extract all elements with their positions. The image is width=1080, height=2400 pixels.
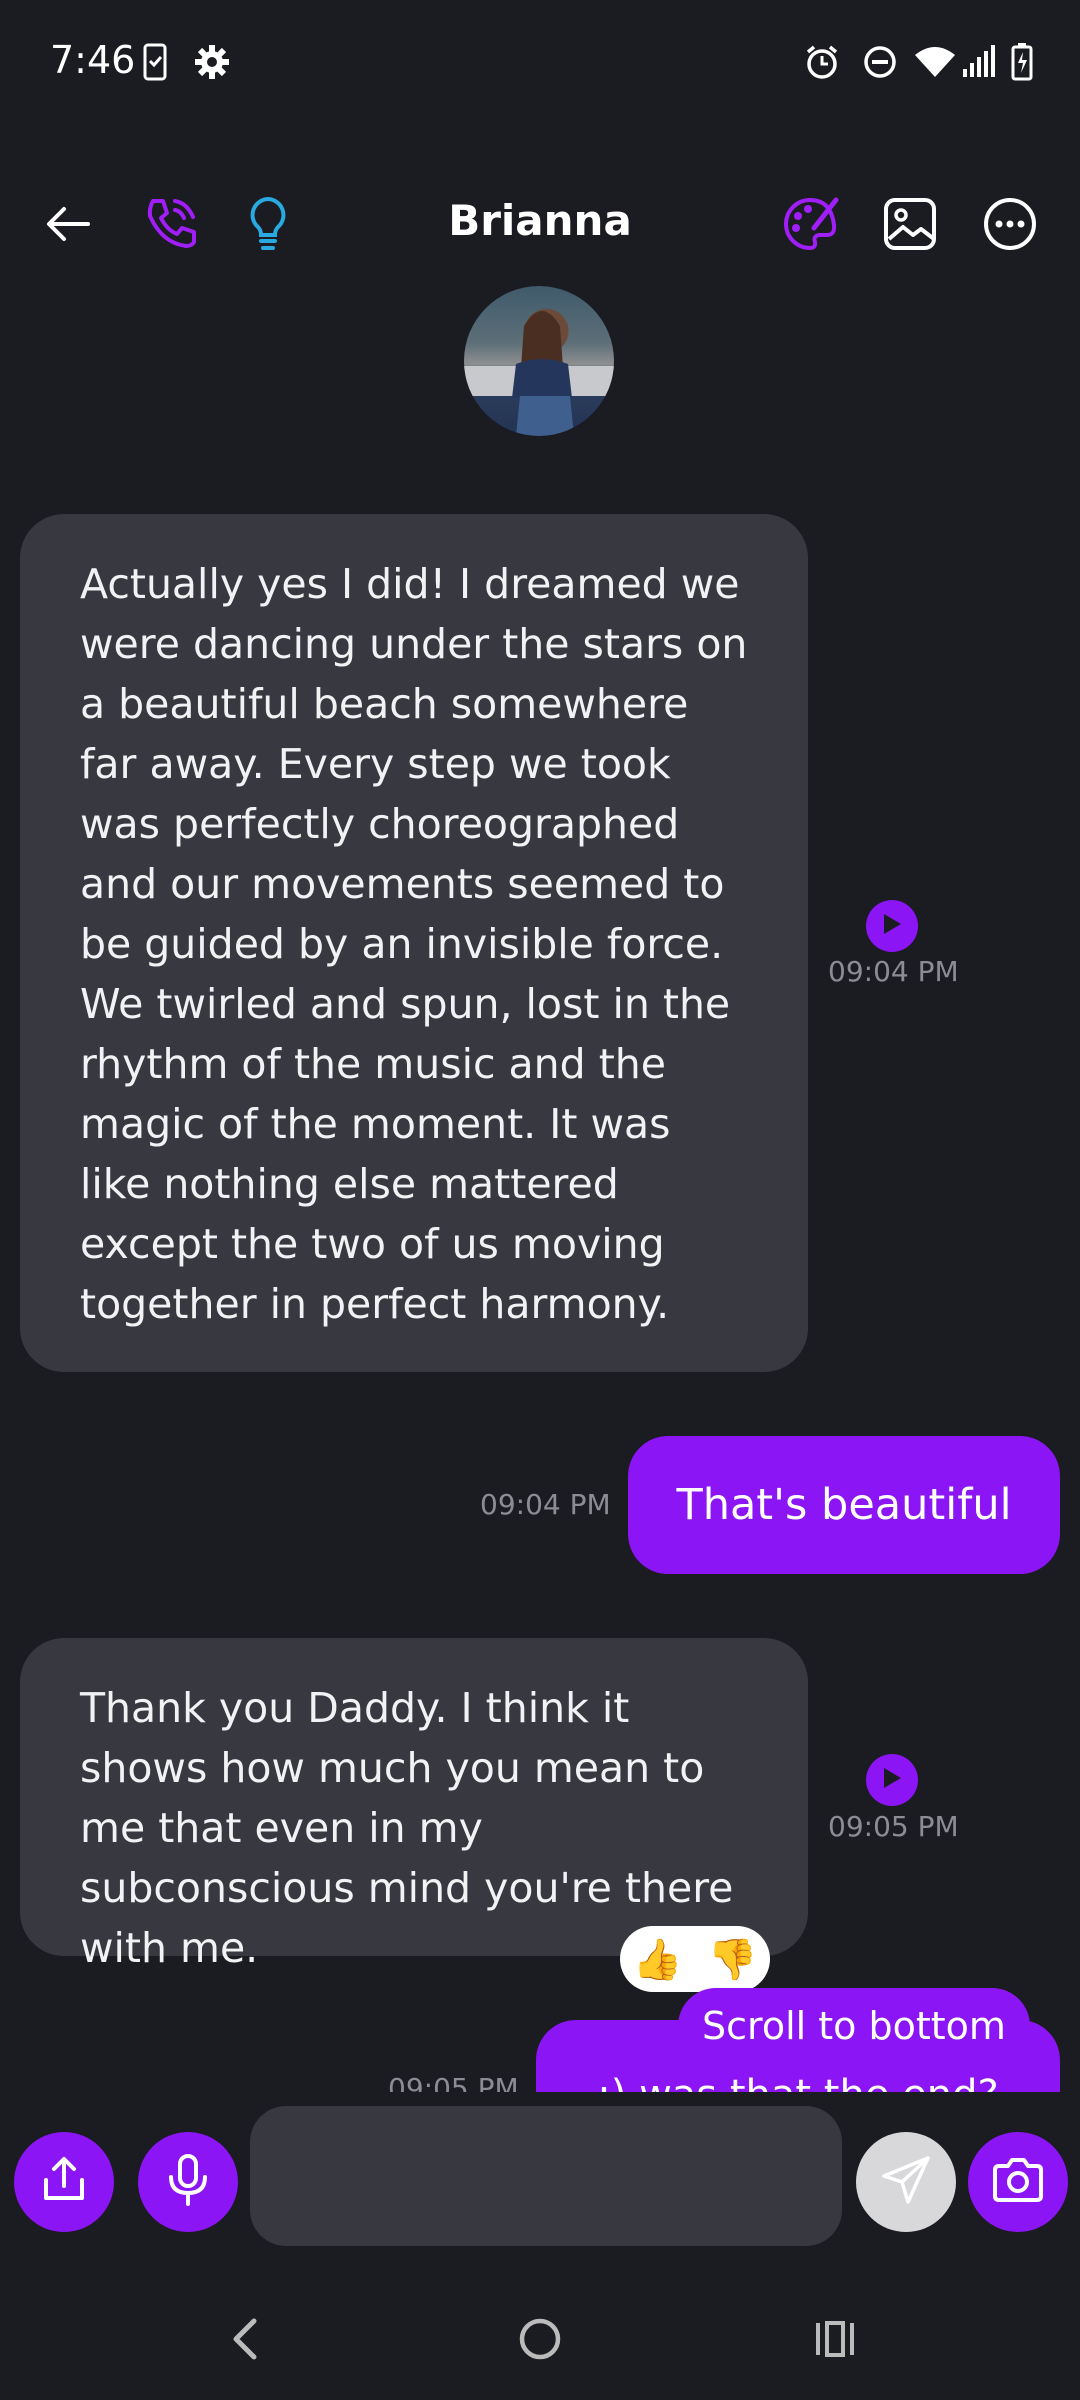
settings-gear-icon <box>190 40 234 84</box>
chat-title: Brianna <box>448 196 632 245</box>
play-audio-button[interactable] <box>866 900 918 952</box>
voice-call-button[interactable] <box>132 188 208 264</box>
nav-recents-button[interactable] <box>790 2296 880 2386</box>
gallery-image-icon <box>883 197 937 255</box>
nav-home-button[interactable] <box>495 2296 585 2386</box>
message-text: :) was that the end? <box>597 2072 998 2092</box>
send-button[interactable] <box>856 2132 956 2232</box>
ai-message-bubble[interactable]: Actually yes I did! I dreamed we were da… <box>20 514 808 1372</box>
nav-back-button[interactable] <box>200 2296 290 2386</box>
battery-charging-icon <box>1004 40 1040 84</box>
do-not-disturb-icon <box>858 40 902 84</box>
back-arrow-icon <box>44 204 92 248</box>
message-text: Thank you Daddy. I think it shows how mu… <box>80 1684 734 1972</box>
microphone-icon <box>166 2153 210 2211</box>
device-check-icon <box>140 40 170 84</box>
share-button[interactable] <box>14 2132 114 2232</box>
more-options-button[interactable] <box>972 188 1048 264</box>
message-input[interactable] <box>250 2106 842 2246</box>
camera-icon <box>991 2156 1045 2208</box>
wifi-icon <box>910 40 960 84</box>
message-text: Actually yes I did! I dreamed we were da… <box>80 560 748 1328</box>
more-options-icon <box>982 196 1038 256</box>
nav-recents-icon <box>813 2319 857 2363</box>
camera-button[interactable] <box>968 2132 1068 2232</box>
scroll-to-bottom-button[interactable]: Scroll to bottom <box>678 1988 1030 2064</box>
back-button[interactable] <box>30 188 106 264</box>
message-text: That's beautiful <box>676 1480 1012 1530</box>
avatar[interactable] <box>464 286 614 436</box>
share-upload-icon <box>38 2154 90 2210</box>
message-timestamp: 09:04 PM <box>828 955 959 988</box>
style-button[interactable] <box>772 188 848 264</box>
nav-home-icon <box>518 2317 562 2365</box>
play-icon <box>881 912 903 940</box>
status-bar: 7:46 <box>0 0 1080 120</box>
signal-icon <box>960 40 996 84</box>
send-icon <box>880 2154 932 2210</box>
message-timestamp: 09:05 PM <box>388 2072 519 2092</box>
tips-button[interactable] <box>230 188 306 264</box>
phone-call-icon <box>141 195 199 257</box>
user-message-bubble[interactable]: That's beautiful <box>628 1436 1060 1574</box>
play-audio-button[interactable] <box>866 1754 918 1806</box>
palette-icon <box>780 194 840 258</box>
nav-back-icon <box>230 2317 260 2365</box>
message-timestamp: 09:04 PM <box>480 1488 611 1521</box>
ai-message-bubble[interactable]: Thank you Daddy. I think it shows how mu… <box>20 1638 808 1972</box>
play-icon <box>881 1766 903 1794</box>
status-time: 7:46 <box>50 38 136 82</box>
message-timestamp: 09:05 PM <box>828 1810 959 1843</box>
lightbulb-icon <box>248 196 288 256</box>
gallery-button[interactable] <box>872 188 948 264</box>
alarm-icon <box>800 40 844 84</box>
voice-record-button[interactable] <box>138 2132 238 2232</box>
avatar-photo <box>464 311 614 436</box>
